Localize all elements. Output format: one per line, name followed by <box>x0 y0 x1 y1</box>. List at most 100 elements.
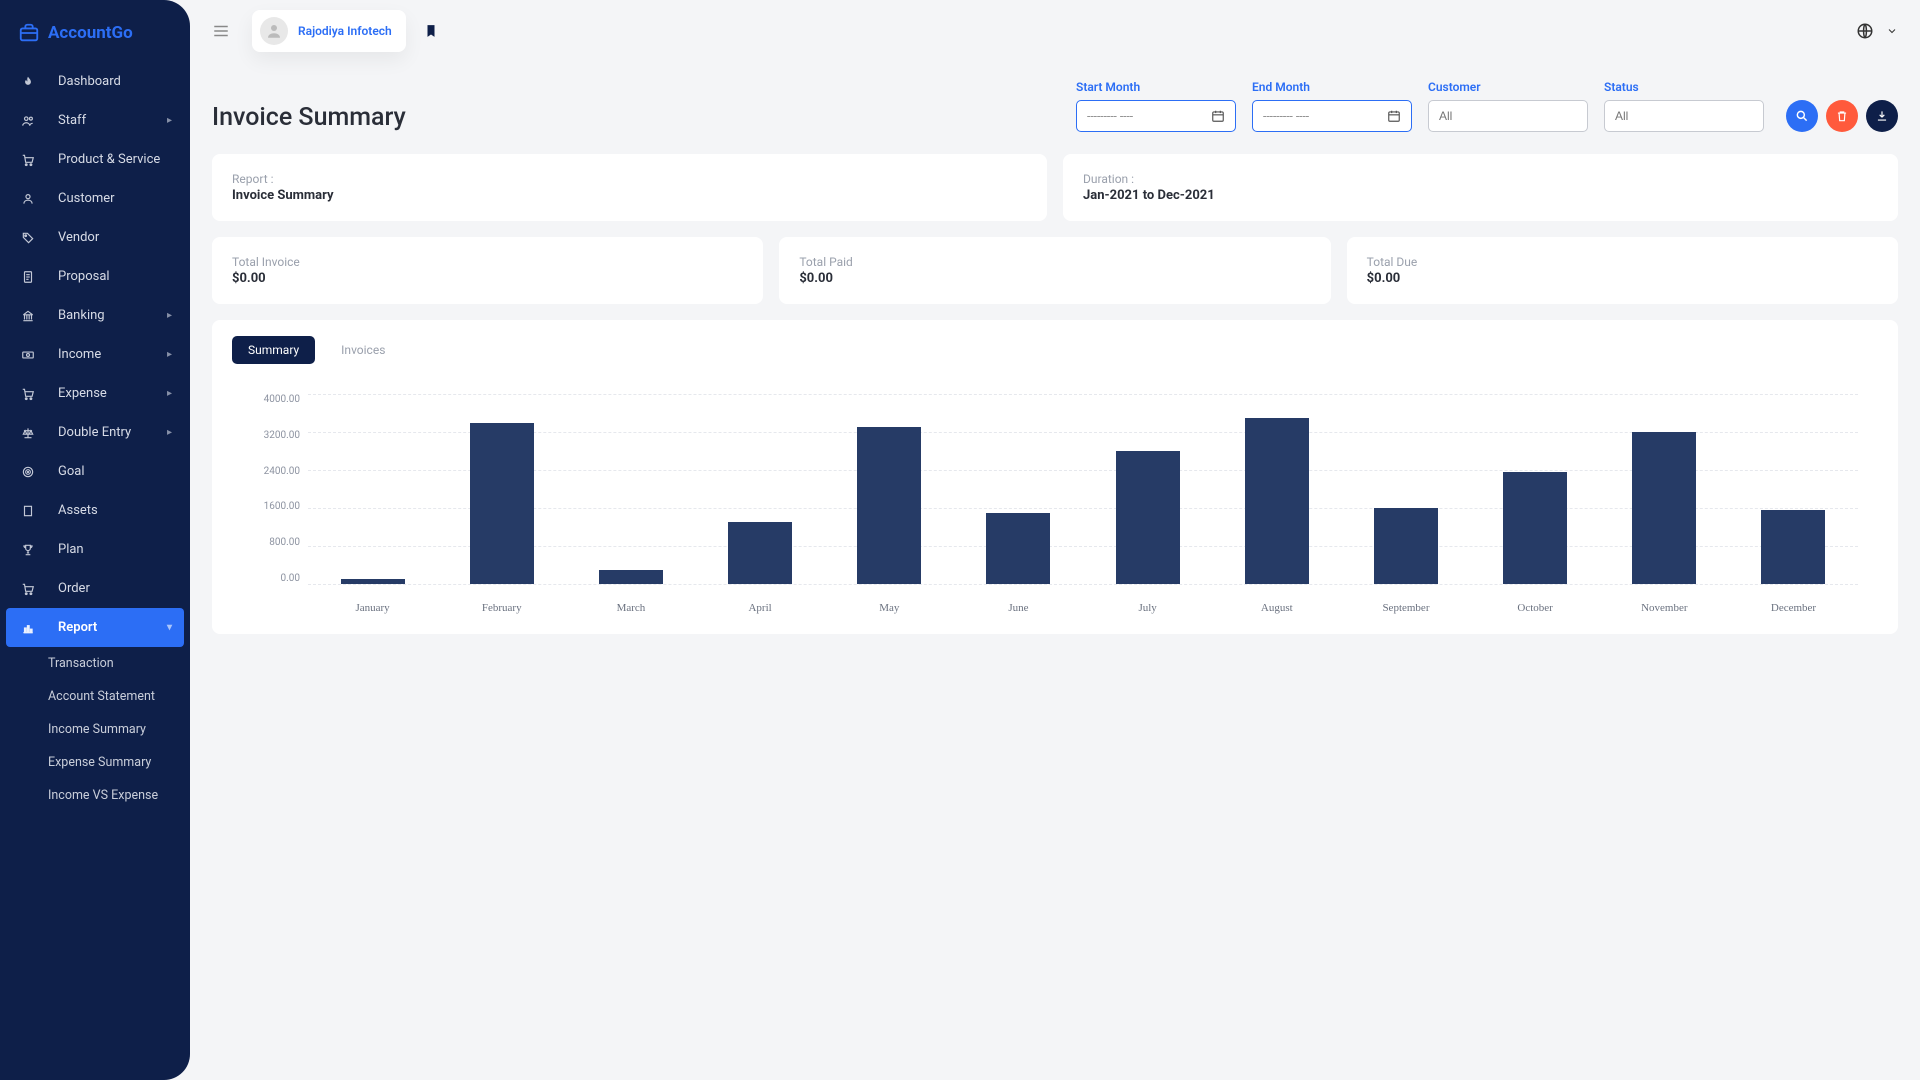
tag-icon <box>18 231 38 245</box>
sidebar-item-goal[interactable]: Goal <box>0 452 190 491</box>
sidebar-subitem-transaction[interactable]: Transaction <box>0 647 190 680</box>
x-label: May <box>825 602 954 614</box>
duration-info-card: Duration : Jan-2021 to Dec-2021 <box>1063 154 1898 221</box>
report-value: Invoice Summary <box>232 188 1027 203</box>
total-due-card: Total Due $0.00 <box>1347 237 1898 304</box>
sidebar-item-assets[interactable]: Assets <box>0 491 190 530</box>
bar <box>857 427 921 584</box>
x-label: August <box>1212 602 1341 614</box>
y-tick: 4000.00 <box>252 394 308 405</box>
chevron-right-icon: ▸ <box>167 349 172 360</box>
cash-icon <box>18 348 38 362</box>
users-icon <box>18 114 38 128</box>
cart-icon <box>18 582 38 596</box>
menu-toggle-icon[interactable] <box>212 22 230 40</box>
sidebar-item-double-entry[interactable]: Double Entry▸ <box>0 413 190 452</box>
avatar <box>260 17 288 45</box>
flame-icon <box>18 75 38 89</box>
bar <box>1761 510 1825 584</box>
chevron-right-icon: ▸ <box>167 388 172 399</box>
sidebar-item-proposal[interactable]: Proposal <box>0 257 190 296</box>
chart-card: Summary Invoices 4000.003200.002400.0016… <box>212 320 1898 634</box>
bar <box>986 513 1050 584</box>
total-invoice-card: Total Invoice $0.00 <box>212 237 763 304</box>
sidebar-item-banking[interactable]: Banking▸ <box>0 296 190 335</box>
duration-label: Duration : <box>1083 172 1878 186</box>
customer-label: Customer <box>1428 80 1588 94</box>
user-name: Rajodiya Infotech <box>298 24 392 38</box>
user-menu[interactable]: Rajodiya Infotech <box>252 10 406 52</box>
duration-value: Jan-2021 to Dec-2021 <box>1083 188 1878 203</box>
report-label: Report : <box>232 172 1027 186</box>
x-label: July <box>1083 602 1212 614</box>
end-month-input[interactable]: --------- ---- <box>1252 100 1412 132</box>
sidebar-item-plan[interactable]: Plan <box>0 530 190 569</box>
sidebar-subitem-account-statement[interactable]: Account Statement <box>0 680 190 713</box>
sidebar-item-order[interactable]: Order <box>0 569 190 608</box>
tab-summary[interactable]: Summary <box>232 336 315 364</box>
building-icon <box>18 504 38 518</box>
sidebar-subitem-income-vs-expense[interactable]: Income VS Expense <box>0 779 190 812</box>
scale-icon <box>18 426 38 440</box>
x-label: December <box>1729 602 1858 614</box>
bar <box>1116 451 1180 584</box>
doc-icon <box>18 270 38 284</box>
sidebar-item-income[interactable]: Income▸ <box>0 335 190 374</box>
bookmark-icon[interactable] <box>424 23 438 39</box>
sidebar-item-customer[interactable]: Customer <box>0 179 190 218</box>
delete-button[interactable] <box>1826 100 1858 132</box>
y-tick: 3200.00 <box>252 430 308 441</box>
chevron-down-icon <box>1886 25 1898 37</box>
x-label: November <box>1600 602 1729 614</box>
calendar-icon <box>1211 109 1225 123</box>
bar-chart: 4000.003200.002400.001600.00800.000.00 J… <box>252 394 1858 614</box>
chevron-right-icon: ▸ <box>167 310 172 321</box>
sidebar-item-report[interactable]: Report▾ <box>6 608 184 647</box>
sidebar-subitem-income-summary[interactable]: Income Summary <box>0 713 190 746</box>
search-button[interactable] <box>1786 100 1818 132</box>
bar <box>1374 508 1438 584</box>
chevron-right-icon: ▸ <box>167 427 172 438</box>
bank-icon <box>18 309 38 323</box>
customer-select[interactable] <box>1428 100 1588 132</box>
x-label: January <box>308 602 437 614</box>
end-month-label: End Month <box>1252 80 1412 94</box>
trophy-icon <box>18 543 38 557</box>
sidebar-item-expense[interactable]: Expense▸ <box>0 374 190 413</box>
y-tick: 0.00 <box>252 573 308 584</box>
download-button[interactable] <box>1866 100 1898 132</box>
sidebar-item-vendor[interactable]: Vendor <box>0 218 190 257</box>
bar <box>599 570 663 584</box>
sidebar-item-staff[interactable]: Staff▸ <box>0 101 190 140</box>
x-label: April <box>696 602 825 614</box>
y-tick: 1600.00 <box>252 501 308 512</box>
locale-menu[interactable] <box>1856 22 1898 40</box>
sidebar-item-product-service[interactable]: Product & Service <box>0 140 190 179</box>
bar <box>1503 472 1567 584</box>
start-month-label: Start Month <box>1076 80 1236 94</box>
tab-invoices[interactable]: Invoices <box>325 336 401 364</box>
x-label: June <box>954 602 1083 614</box>
bar <box>341 579 405 584</box>
cart-icon <box>18 153 38 167</box>
status-select[interactable] <box>1604 100 1764 132</box>
app-logo[interactable]: AccountGo <box>0 0 190 62</box>
user-icon <box>18 192 38 206</box>
bar <box>470 423 534 585</box>
topbar: Rajodiya Infotech <box>190 0 1920 62</box>
chevron-right-icon: ▸ <box>167 115 172 126</box>
main-content: Invoice Summary Start Month --------- --… <box>190 0 1920 664</box>
y-tick: 800.00 <box>252 537 308 548</box>
bar <box>728 522 792 584</box>
sidebar-item-dashboard[interactable]: Dashboard <box>0 62 190 101</box>
page-title: Invoice Summary <box>212 103 406 132</box>
sidebar-subitem-expense-summary[interactable]: Expense Summary <box>0 746 190 779</box>
cart-icon <box>18 387 38 401</box>
target-icon <box>18 465 38 479</box>
bar <box>1245 418 1309 584</box>
start-month-input[interactable]: --------- ---- <box>1076 100 1236 132</box>
calendar-icon <box>1387 109 1401 123</box>
x-label: March <box>566 602 695 614</box>
status-label: Status <box>1604 80 1764 94</box>
x-label: February <box>437 602 566 614</box>
